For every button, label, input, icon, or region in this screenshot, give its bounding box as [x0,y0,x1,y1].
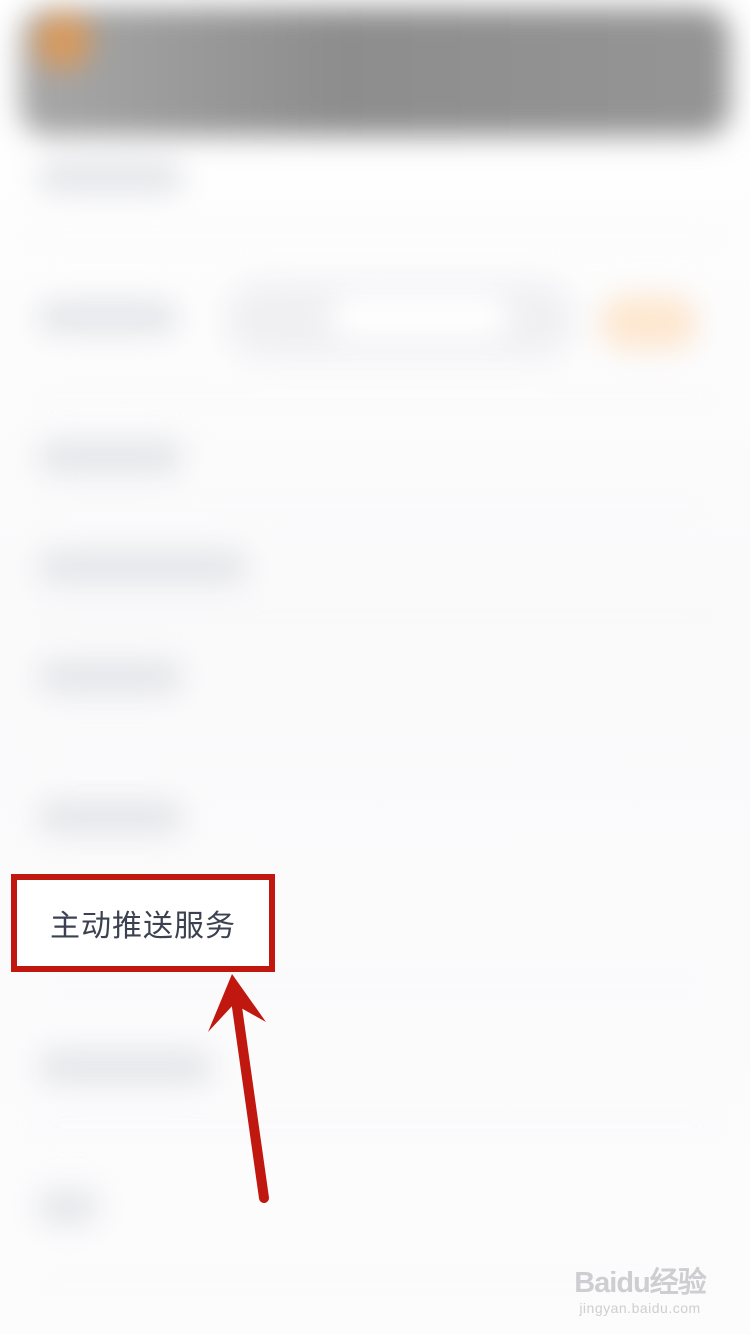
blurred-background [0,0,750,1334]
settings-item-blurred[interactable] [38,160,183,194]
settings-item-blurred[interactable] [38,1050,213,1084]
input-highlight [330,296,510,338]
settings-item-blurred[interactable] [38,300,178,334]
settings-screen: 主动推送服务 Baidu经验 jingyan.baidu.com [0,0,750,1334]
settings-item-blurred[interactable] [38,660,183,694]
avatar [34,12,92,70]
settings-item-blurred[interactable] [38,440,183,474]
action-button-blurred[interactable] [600,295,698,350]
divider [30,745,720,747]
settings-item-blurred[interactable] [38,1190,98,1224]
settings-item-blurred[interactable] [38,550,248,584]
divider [30,985,720,987]
watermark-brand: Baidu经验 [574,1267,707,1299]
divider [30,1125,720,1127]
push-service-label: 主动推送服务 [50,909,236,944]
divider [30,395,720,397]
baidu-jingyan-watermark: Baidu经验 jingyan.baidu.com [570,1267,710,1317]
watermark-url: jingyan.baidu.com [579,1300,701,1316]
divider [30,235,720,237]
profile-header [20,8,730,136]
highlighted-menu-item[interactable]: 主动推送服务 [11,874,275,972]
settings-item-blurred[interactable] [38,800,183,834]
divider [30,615,720,617]
divider [30,505,720,507]
